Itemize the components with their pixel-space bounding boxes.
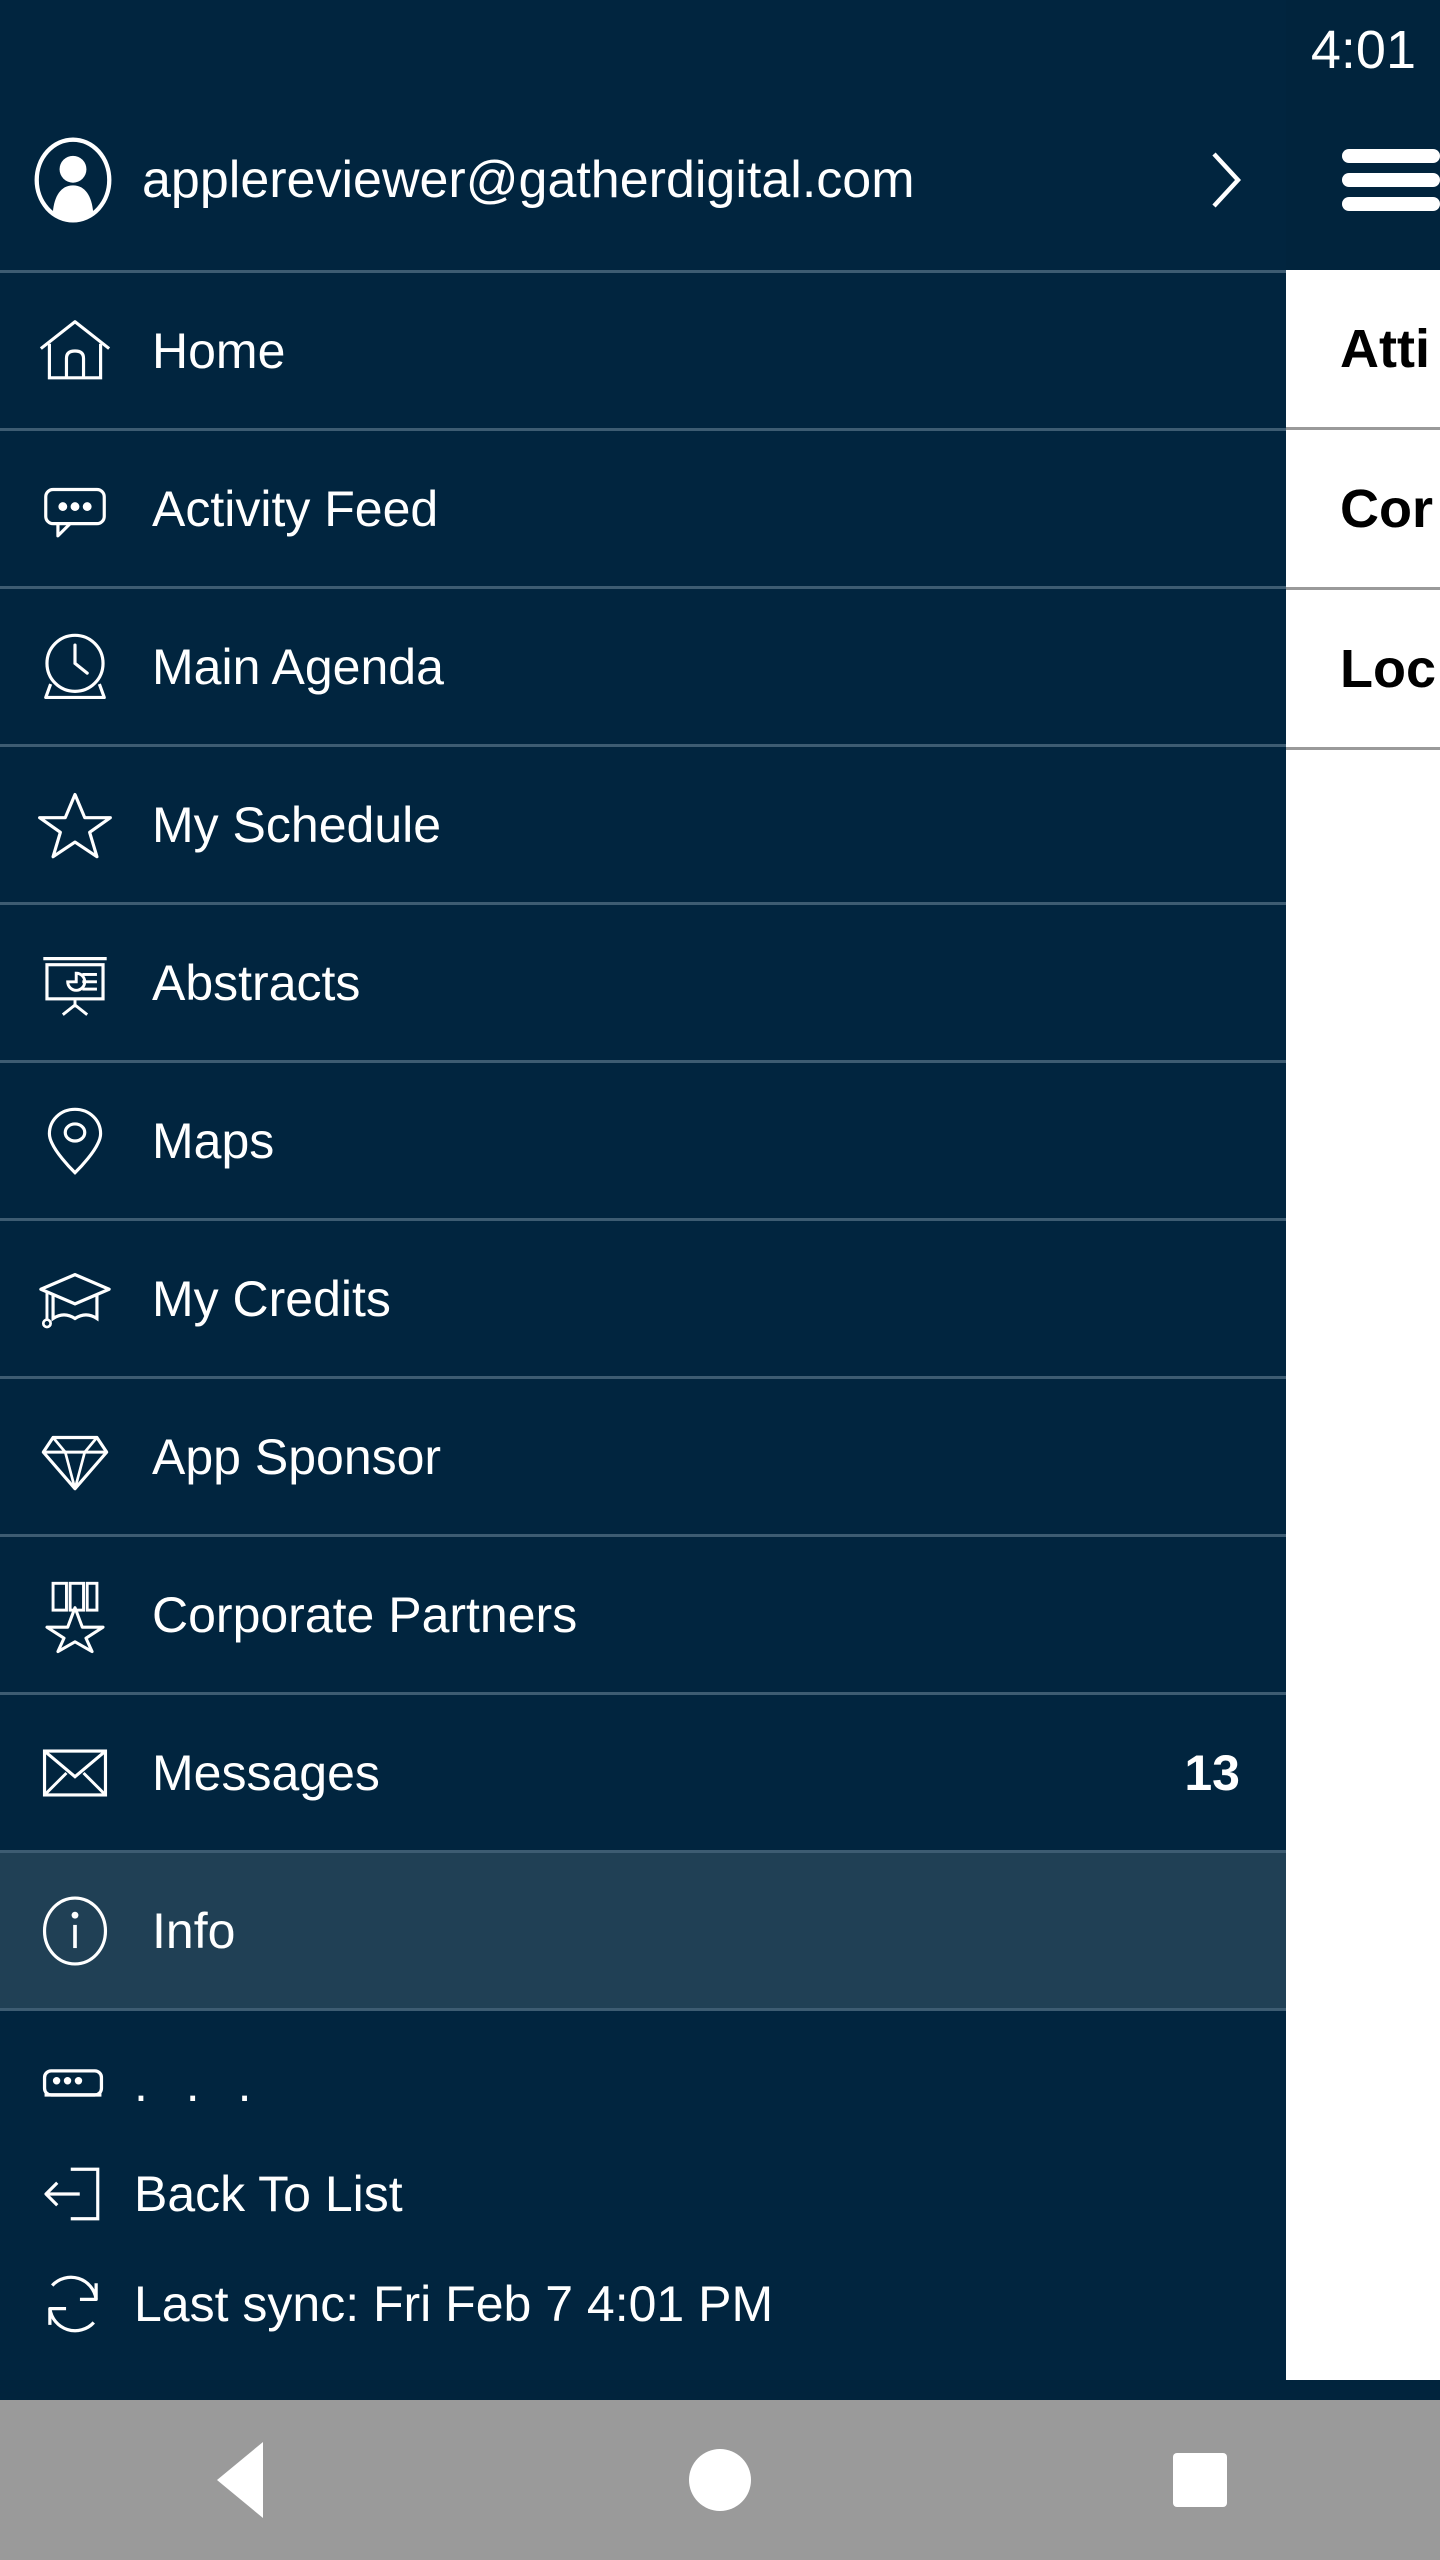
panel-row[interactable]: Loc xyxy=(1286,590,1440,750)
clock-icon xyxy=(34,626,116,708)
presentation-board-icon xyxy=(34,942,116,1024)
drawer-item-my-schedule[interactable]: My Schedule xyxy=(0,744,1286,902)
graduation-cap-icon xyxy=(34,1258,116,1340)
drawer-item-messages[interactable]: Messages 13 xyxy=(0,1692,1286,1850)
panel-row[interactable]: Atti xyxy=(1286,270,1440,430)
drawer-footer-item-back-to-list[interactable]: Back To List xyxy=(0,2139,1286,2249)
account-email: applereviewer@gatherdigital.com xyxy=(142,151,915,209)
nav-home-button[interactable] xyxy=(660,2420,780,2540)
app-header-bar xyxy=(1286,90,1440,270)
drawer-item-label: App Sponsor xyxy=(152,1428,442,1485)
diamond-icon xyxy=(34,1416,116,1498)
star-icon xyxy=(34,784,116,866)
drawer-item-info[interactable]: Info xyxy=(0,1850,1286,2008)
messages-badge: 13 xyxy=(1184,1744,1240,1801)
drawer-footer: . . . Back To List Last sync: Fri Feb 7 … xyxy=(0,2008,1286,2359)
panel-empty-area xyxy=(1286,750,1440,2350)
drawer-item-label: Info xyxy=(152,1902,236,1959)
drawer-item-label: Corporate Partners xyxy=(152,1586,578,1643)
drawer-item-label: My Credits xyxy=(152,1270,391,1327)
drawer-item-app-sponsor[interactable]: App Sponsor xyxy=(0,1376,1286,1534)
home-icon xyxy=(34,310,116,392)
circle-home-icon xyxy=(689,2449,751,2511)
navigation-drawer: applereviewer@gatherdigital.com Home Act… xyxy=(0,0,1286,2380)
drawer-item-my-credits[interactable]: My Credits xyxy=(0,1218,1286,1376)
drawer-item-maps[interactable]: Maps xyxy=(0,1060,1286,1218)
chevron-right-icon[interactable] xyxy=(1206,148,1246,212)
drawer-item-label: Activity Feed xyxy=(152,480,439,537)
drawer-footer-label: Back To List xyxy=(134,2166,403,2222)
drawer-item-label: Messages xyxy=(152,1744,380,1801)
drawer-item-home[interactable]: Home xyxy=(0,270,1286,428)
panel-row-label: Cor xyxy=(1340,478,1433,539)
drawer-item-label: Main Agenda xyxy=(152,638,444,695)
drawer-item-label: Home xyxy=(152,322,286,379)
status-clock: 4:01 xyxy=(1310,20,1416,80)
account-header[interactable]: applereviewer@gatherdigital.com xyxy=(0,90,1286,270)
drawer-item-label: Maps xyxy=(152,1112,275,1169)
info-circle-icon xyxy=(34,1890,116,1972)
envelope-icon xyxy=(34,1732,116,1814)
drawer-item-abstracts[interactable]: Abstracts xyxy=(0,902,1286,1060)
nav-back-button[interactable] xyxy=(180,2420,300,2540)
chat-bubble-icon xyxy=(34,468,116,550)
drawer-item-corporate-partners[interactable]: Corporate Partners xyxy=(0,1534,1286,1692)
drawer-item-main-agenda[interactable]: Main Agenda xyxy=(0,586,1286,744)
drawer-footer-item-more[interactable]: . . . xyxy=(0,2029,1286,2139)
drawer-item-activity-feed[interactable]: Activity Feed xyxy=(0,428,1286,586)
drawer-status-spacer xyxy=(0,0,1286,90)
sync-refresh-icon xyxy=(34,2265,112,2343)
map-pin-icon xyxy=(34,1100,116,1182)
panel-row-label: Loc xyxy=(1340,638,1437,699)
drawer-footer-item-last-sync[interactable]: Last sync: Fri Feb 7 4:01 PM xyxy=(0,2249,1286,2359)
triangle-back-icon xyxy=(217,2442,263,2518)
drawer-footer-label: Last sync: Fri Feb 7 4:01 PM xyxy=(134,2276,774,2332)
panel-row-label: Atti xyxy=(1340,318,1430,379)
app-content-panel: Atti Cor Loc xyxy=(1286,90,1440,2380)
nav-recents-button[interactable] xyxy=(1140,2420,1260,2540)
drawer-item-label: My Schedule xyxy=(152,796,442,853)
panel-row[interactable]: Cor xyxy=(1286,430,1440,590)
user-avatar-icon xyxy=(34,137,112,223)
exit-arrow-icon xyxy=(34,2155,112,2233)
award-ribbon-icon xyxy=(34,1574,116,1656)
android-nav-bar xyxy=(0,2400,1440,2560)
phone-screen: Atti Cor Loc applereviewer@gatherdigital… xyxy=(0,0,1440,2560)
hamburger-menu-icon[interactable] xyxy=(1342,149,1440,211)
window-dots-icon xyxy=(34,2045,112,2123)
drawer-item-label: Abstracts xyxy=(152,954,361,1011)
square-recents-icon xyxy=(1173,2453,1227,2507)
drawer-footer-label: . . . xyxy=(134,2056,264,2112)
